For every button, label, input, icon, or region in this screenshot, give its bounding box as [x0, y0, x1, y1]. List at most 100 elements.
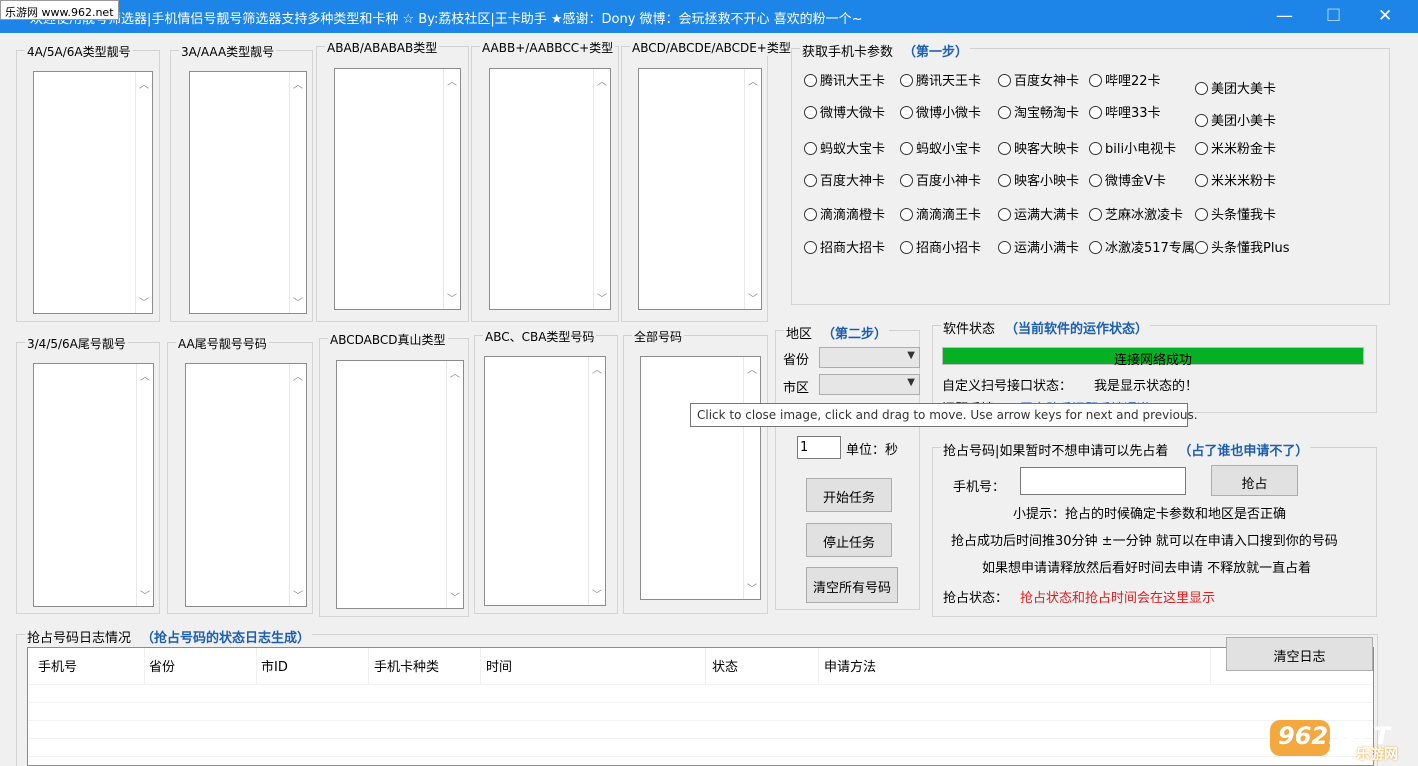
clear-numbers-button[interactable]: 清空所有号码	[806, 567, 898, 603]
radio-circle-icon[interactable]	[998, 106, 1011, 119]
scrollbar[interactable]: ︿ ﹀	[744, 69, 761, 309]
scroll-down-icon[interactable]: ﹀	[597, 290, 607, 305]
listbox-3a[interactable]: ︿ ﹀	[189, 71, 307, 314]
col-province[interactable]: 省份	[149, 656, 175, 675]
radio-circle-icon[interactable]	[804, 74, 817, 87]
radio-circle-icon[interactable]	[900, 174, 913, 187]
scrollbar[interactable]: ︿ ﹀	[136, 364, 153, 606]
scrollbar[interactable]: ︿ ﹀	[588, 357, 605, 605]
radio-circle-icon[interactable]	[804, 142, 817, 155]
interval-input[interactable]: 1	[797, 436, 841, 459]
radio-circle-icon[interactable]	[1089, 74, 1102, 87]
card-option-radio[interactable]: bili小电视卡	[1089, 138, 1176, 157]
radio-circle-icon[interactable]	[900, 142, 913, 155]
card-option-radio[interactable]: 映客小映卡	[998, 170, 1079, 189]
listbox-abc-cba[interactable]: ︿ ﹀	[484, 356, 606, 606]
radio-circle-icon[interactable]	[998, 142, 1011, 155]
listbox-abab[interactable]: ︿ ﹀	[334, 68, 461, 310]
scrollbar[interactable]: ︿ ﹀	[135, 72, 152, 313]
scroll-down-icon[interactable]: ﹀	[140, 587, 150, 602]
clear-log-button[interactable]: 清空日志	[1226, 637, 1373, 671]
radio-circle-icon[interactable]	[1195, 82, 1208, 95]
col-status[interactable]: 状态	[712, 656, 738, 675]
radio-circle-icon[interactable]	[998, 174, 1011, 187]
scroll-up-icon[interactable]: ︿	[447, 73, 457, 88]
province-select[interactable]: ▼	[819, 347, 920, 368]
scroll-up-icon[interactable]: ︿	[293, 368, 303, 383]
card-option-radio[interactable]: 腾讯天王卡	[900, 70, 981, 89]
radio-circle-icon[interactable]	[1089, 241, 1102, 254]
col-card-type[interactable]: 手机卡种类	[374, 656, 439, 675]
col-phone[interactable]: 手机号	[38, 656, 77, 675]
log-table[interactable]: 手机号 省份 市ID 手机卡种类 时间 状态 申请方法	[27, 647, 1374, 766]
radio-circle-icon[interactable]	[804, 241, 817, 254]
scrollbar[interactable]: ︿ ﹀	[446, 361, 463, 608]
scroll-down-icon[interactable]: ﹀	[139, 294, 149, 309]
radio-circle-icon[interactable]	[1195, 241, 1208, 254]
card-option-radio[interactable]: 百度小神卡	[900, 170, 981, 189]
radio-circle-icon[interactable]	[1195, 142, 1208, 155]
start-task-button[interactable]: 开始任务	[806, 478, 892, 512]
scroll-up-icon[interactable]: ︿	[597, 73, 607, 88]
card-option-radio[interactable]: 招商大招卡	[804, 237, 885, 256]
col-city-id[interactable]: 市ID	[261, 656, 288, 675]
scroll-down-icon[interactable]: ﹀	[293, 587, 303, 602]
card-option-radio[interactable]: 百度大神卡	[804, 170, 885, 189]
scroll-up-icon[interactable]: ︿	[139, 76, 149, 91]
card-option-radio[interactable]: 头条懂我Plus	[1195, 237, 1289, 256]
card-option-radio[interactable]: 运满大满卡	[998, 204, 1079, 223]
listbox-all[interactable]: ︿ ﹀	[640, 356, 761, 600]
col-apply-method[interactable]: 申请方法	[824, 656, 876, 675]
scroll-down-icon[interactable]: ﹀	[293, 294, 303, 309]
city-select[interactable]: ▼	[819, 374, 920, 395]
card-option-radio[interactable]: 米米粉金卡	[1195, 138, 1276, 157]
card-option-radio[interactable]: 蚂蚁大宝卡	[804, 138, 885, 157]
radio-circle-icon[interactable]	[1195, 174, 1208, 187]
card-option-radio[interactable]: 微博金V卡	[1089, 170, 1166, 189]
scrollbar[interactable]: ︿ ﹀	[289, 72, 306, 313]
scroll-up-icon[interactable]: ︿	[748, 73, 758, 88]
scroll-up-icon[interactable]: ︿	[747, 361, 757, 376]
col-time[interactable]: 时间	[486, 656, 512, 675]
radio-circle-icon[interactable]	[900, 74, 913, 87]
scroll-down-icon[interactable]: ﹀	[748, 290, 758, 305]
radio-circle-icon[interactable]	[804, 208, 817, 221]
card-option-radio[interactable]: 招商小招卡	[900, 237, 981, 256]
card-option-radio[interactable]: 哔哩33卡	[1089, 102, 1161, 121]
radio-circle-icon[interactable]	[1089, 142, 1102, 155]
card-option-radio[interactable]: 蚂蚁小宝卡	[900, 138, 981, 157]
card-option-radio[interactable]: 美团小美卡	[1195, 110, 1276, 129]
scroll-up-icon[interactable]: ︿	[140, 368, 150, 383]
radio-circle-icon[interactable]	[804, 106, 817, 119]
scroll-down-icon[interactable]: ﹀	[447, 290, 457, 305]
card-option-radio[interactable]: 哔哩22卡	[1089, 70, 1161, 89]
card-option-radio[interactable]: 百度女神卡	[998, 70, 1079, 89]
card-option-radio[interactable]: 芝麻冰激凌卡	[1089, 204, 1183, 223]
card-option-radio[interactable]: 微博大微卡	[804, 102, 885, 121]
card-option-radio[interactable]: 美团大美卡	[1195, 78, 1276, 97]
card-option-radio[interactable]: 头条懂我卡	[1195, 204, 1276, 223]
radio-circle-icon[interactable]	[1195, 208, 1208, 221]
phone-input[interactable]	[1020, 467, 1186, 495]
card-option-radio[interactable]: 腾讯大王卡	[804, 70, 885, 89]
maximize-button[interactable]: ☐	[1326, 6, 1341, 26]
listbox-abcdabcd[interactable]: ︿ ﹀	[336, 360, 464, 609]
stop-task-button[interactable]: 停止任务	[806, 523, 892, 557]
listbox-4a[interactable]: ︿ ﹀	[33, 71, 153, 314]
scroll-up-icon[interactable]: ︿	[592, 361, 602, 376]
card-option-radio[interactable]: 滴滴滴橙卡	[804, 204, 885, 223]
card-option-radio[interactable]: 运满小满卡	[998, 237, 1079, 256]
grab-button[interactable]: 抢占	[1211, 465, 1298, 496]
scroll-down-icon[interactable]: ﹀	[450, 589, 460, 604]
scroll-down-icon[interactable]: ﹀	[747, 580, 757, 595]
card-option-radio[interactable]: 滴滴滴王卡	[900, 204, 981, 223]
radio-circle-icon[interactable]	[900, 208, 913, 221]
radio-circle-icon[interactable]	[998, 208, 1011, 221]
listbox-abcd[interactable]: ︿ ﹀	[638, 68, 762, 310]
card-option-radio[interactable]: 微博小微卡	[900, 102, 981, 121]
listbox-aa-tail[interactable]: ︿ ﹀	[185, 363, 307, 607]
card-option-radio[interactable]: 淘宝畅淘卡	[998, 102, 1079, 121]
radio-circle-icon[interactable]	[1195, 114, 1208, 127]
scroll-up-icon[interactable]: ︿	[293, 76, 303, 91]
scrollbar[interactable]: ︿ ﹀	[593, 69, 610, 309]
